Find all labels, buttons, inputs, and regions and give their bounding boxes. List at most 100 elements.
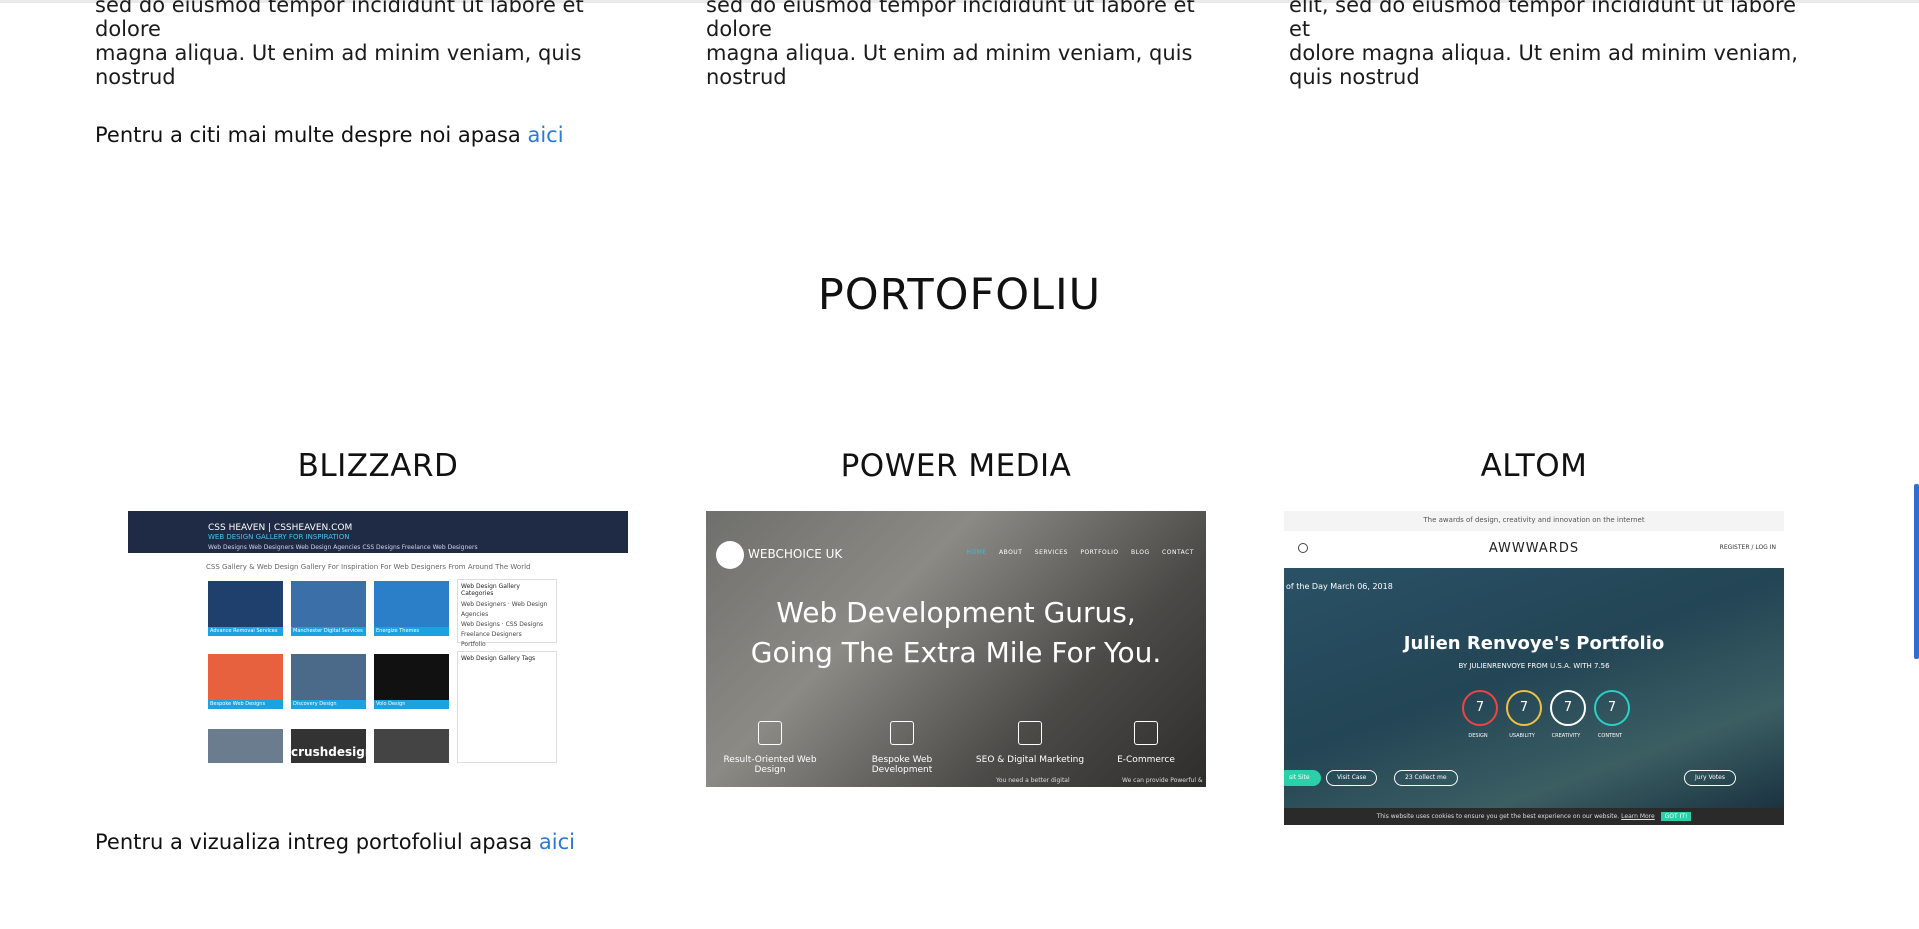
score-content: 7 bbox=[1594, 690, 1630, 726]
site-brand: CSS HEAVEN | CSSHEAVEN.COM bbox=[208, 523, 353, 533]
gallery-thumb: Advance Removal Services bbox=[208, 581, 283, 636]
panel-title: Web Design Gallery Categories bbox=[461, 583, 520, 597]
score-creativity: 7 bbox=[1550, 690, 1586, 726]
menu-item: HOME bbox=[966, 549, 987, 556]
panel-item: Freelance Designers bbox=[461, 631, 522, 638]
thumb-caption: Energize Themes bbox=[374, 627, 449, 636]
site-header: AWWWARDS REGISTER / LOG IN bbox=[1284, 531, 1784, 569]
gallery-thumb: Volo Design bbox=[374, 654, 449, 709]
site-logo-icon bbox=[716, 541, 744, 569]
menu-item: BLOG bbox=[1131, 549, 1150, 556]
site-of-day: of the Day March 06, 2018 bbox=[1286, 582, 1393, 591]
thumb-caption: Discovery Design bbox=[291, 700, 366, 709]
thumb-caption: Volo Design bbox=[374, 700, 449, 709]
project-title-power-media: POWER MEDIA bbox=[840, 448, 1072, 484]
score-design: 7 bbox=[1462, 690, 1498, 726]
about-column-1: sed do eiusmod tempor incididunt ut labo… bbox=[95, 0, 655, 89]
about-text: quis nostrud bbox=[1289, 65, 1420, 89]
hero-line: Web Development Gurus, bbox=[776, 596, 1136, 629]
monitor-icon bbox=[758, 721, 782, 745]
feature-web-development: Bespoke Web Development bbox=[842, 721, 962, 775]
site-logo-text: WEBCHOICE UK bbox=[748, 547, 843, 561]
panel-item: Web Designs bbox=[461, 621, 500, 628]
project-screenshot-blizzard[interactable]: CSS HEAVEN | CSSHEAVEN.COM WEB DESIGN GA… bbox=[128, 511, 628, 763]
portfolio-more-link[interactable]: aici bbox=[539, 830, 575, 854]
project-title-altom: ALTOM bbox=[1480, 448, 1588, 484]
map-pin-icon bbox=[1134, 721, 1158, 745]
site-nav: Web Designs Web Designers Web Design Age… bbox=[208, 544, 478, 551]
about-column-2: sed do eiusmod tempor incididunt ut labo… bbox=[706, 0, 1266, 89]
about-text: sed do eiusmod tempor incididunt ut labo… bbox=[706, 0, 1195, 41]
panel-item: Portfolio bbox=[461, 641, 486, 648]
site-menu: HOME ABOUT SERVICES PORTFOLIO BLOG CONTA… bbox=[956, 549, 1194, 556]
score-usability: 7 bbox=[1506, 690, 1542, 726]
tiny-text: You need a better digital bbox=[996, 777, 1070, 784]
collect-button: 23 Collect me bbox=[1394, 770, 1458, 786]
gallery-thumb: Discovery Design bbox=[291, 654, 366, 709]
site-by-line: BY JULIENRENVOYE FROM U.S.A. WITH 7.56 bbox=[1458, 662, 1610, 670]
project-title-blizzard: BLIZZARD bbox=[297, 448, 459, 484]
gallery-thumb: crushdesign bbox=[291, 729, 373, 763]
site-top-text: The awards of design, creativity and inn… bbox=[1284, 511, 1784, 531]
page-scrollbar[interactable] bbox=[1914, 484, 1919, 659]
visit-case-button: Visit Case bbox=[1326, 770, 1378, 786]
read-more-text: Pentru a citi mai multe despre noi apasa bbox=[95, 123, 528, 147]
site-name: Julien Renvoye's Portfolio bbox=[1403, 633, 1665, 654]
got-it-button: GOT IT! bbox=[1660, 812, 1692, 821]
menu-item: PORTFOLIO bbox=[1080, 549, 1119, 556]
about-text: magna aliqua. Ut enim ad minim veniam, q… bbox=[706, 41, 1193, 89]
panel-item: Web Designers bbox=[461, 601, 506, 608]
project-screenshot-altom[interactable]: The awards of design, creativity and inn… bbox=[1284, 511, 1784, 825]
categories-panel: Web Design Gallery Categories Web Design… bbox=[457, 579, 557, 648]
thumb-caption: Manchester Digital Services bbox=[291, 627, 366, 636]
menu-item: CONTACT bbox=[1162, 549, 1194, 556]
feature-seo: SEO & Digital Marketing bbox=[970, 721, 1090, 765]
gallery-thumb bbox=[374, 729, 449, 763]
site-subtitle: CSS Gallery & Web Design Gallery For Ins… bbox=[206, 563, 531, 571]
portfolio-title: PORTOFOLIU bbox=[817, 270, 1102, 320]
panel-item: CSS Designs bbox=[505, 621, 544, 628]
cookie-text: This website uses cookies to ensure you … bbox=[1376, 813, 1620, 820]
thumb-caption: Bespoke Web Designs bbox=[208, 700, 283, 709]
feature-label: Result-Oriented Web Design bbox=[723, 755, 817, 775]
site-logo: AWWWARDS bbox=[1488, 541, 1580, 556]
gallery-thumb: Bespoke Web Designs bbox=[208, 654, 283, 709]
menu-item: SERVICES bbox=[1034, 549, 1068, 556]
read-more-about: Pentru a citi mai multe despre noi apasa… bbox=[95, 122, 564, 148]
feature-ecommerce: E-Commerce bbox=[1086, 721, 1206, 765]
about-text: sed do eiusmod tempor incididunt ut labo… bbox=[95, 0, 584, 41]
cookie-bar: This website uses cookies to ensure you … bbox=[1284, 808, 1784, 825]
gallery-thumb: Energize Themes bbox=[374, 581, 449, 636]
sliders-icon bbox=[1018, 721, 1042, 745]
hero-heading: Web Development Gurus, Going The Extra M… bbox=[706, 593, 1206, 673]
visit-site-button: sit Site bbox=[1284, 770, 1321, 786]
feature-label: E-Commerce bbox=[1117, 755, 1175, 765]
menu-item: ABOUT bbox=[998, 549, 1023, 556]
gallery-thumb bbox=[208, 729, 283, 763]
site-hero: of the Day March 06, 2018 Julien Renvoye… bbox=[1284, 568, 1784, 808]
about-column-3: elit, sed do eiusmod tempor incididunt u… bbox=[1289, 0, 1809, 89]
learn-more-link: Learn More bbox=[1621, 813, 1655, 820]
view-full-portfolio: Pentru a vizualiza intreg portofoliul ap… bbox=[95, 829, 575, 855]
feature-label: Bespoke Web Development bbox=[871, 755, 933, 775]
register-link: REGISTER / LOG IN bbox=[1719, 544, 1776, 551]
about-text: magna aliqua. Ut enim ad minim veniam, q… bbox=[95, 41, 582, 89]
site-tagline: WEB DESIGN GALLERY FOR INSPIRATION bbox=[208, 533, 350, 541]
panel-title: Web Design Gallery Tags bbox=[461, 655, 536, 662]
tags-panel: Web Design Gallery Tags bbox=[457, 651, 557, 763]
jury-votes-button: Jury Votes bbox=[1684, 770, 1736, 786]
tiny-text: We can provide Powerful & bbox=[1122, 777, 1203, 784]
view-portfolio-text: Pentru a vizualiza intreg portofoliul ap… bbox=[95, 830, 539, 854]
layers-icon bbox=[890, 721, 914, 745]
about-more-link[interactable]: aici bbox=[527, 123, 563, 147]
project-screenshot-power-media[interactable]: WEBCHOICE UK HOME ABOUT SERVICES PORTFOL… bbox=[706, 511, 1206, 787]
thumb-label: crushdesign bbox=[291, 745, 374, 759]
score-label: CONTENT bbox=[1597, 733, 1623, 739]
about-text: dolore magna aliqua. Ut enim ad minim ve… bbox=[1289, 41, 1798, 65]
feature-label: SEO & Digital Marketing bbox=[975, 755, 1085, 765]
gallery-thumb: Manchester Digital Services bbox=[291, 581, 366, 636]
feature-web-design: Result-Oriented Web Design bbox=[710, 721, 830, 775]
thumb-caption: Advance Removal Services bbox=[208, 627, 283, 636]
about-text: elit, sed do eiusmod tempor incididunt u… bbox=[1289, 0, 1797, 41]
hero-line: Going The Extra Mile For You. bbox=[750, 636, 1162, 669]
